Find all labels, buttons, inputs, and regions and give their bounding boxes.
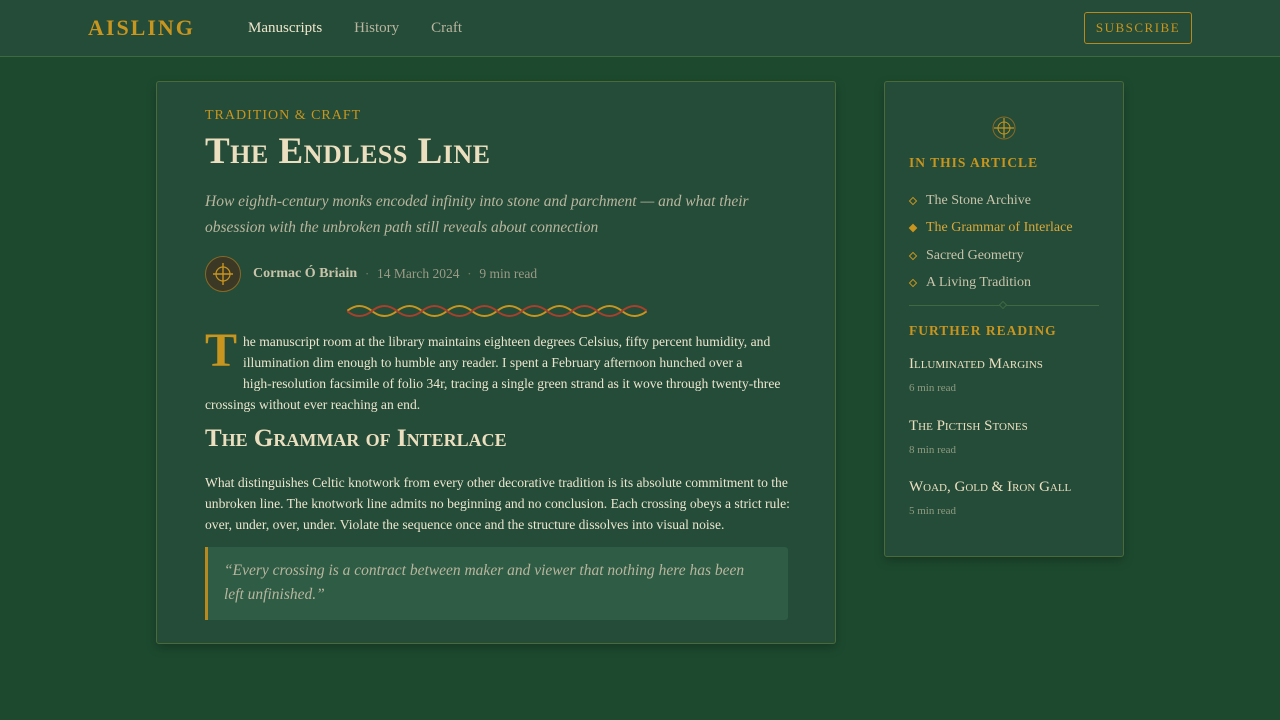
table-of-contents: The Stone Archive The Grammar of Interla… — [908, 187, 1109, 298]
author-name[interactable]: Cormac Ó Briain — [253, 266, 357, 282]
paragraph-line: high-resolution facsimile of folio 34r, … — [243, 376, 781, 391]
section-heading: The Grammar of Interlace — [205, 425, 507, 452]
toc-item-label: The Stone Archive — [926, 192, 1031, 208]
further-reading-title: Woad, Gold & Iron Gall — [909, 479, 1072, 495]
article-subtitle: How eighth-century monks encoded infinit… — [205, 193, 749, 236]
nav-link-craft[interactable]: Craft — [431, 20, 462, 37]
pull-quote: “Every crossing is a contract between ma… — [205, 547, 788, 620]
publish-date: 14 March 2024 — [377, 266, 460, 281]
body-paragraph: What distinguishes Celtic knotwork from … — [205, 475, 790, 532]
toc-item-label: The Grammar of Interlace — [926, 220, 1073, 236]
toc-item-living-tradition[interactable]: A Living Tradition — [908, 270, 1109, 298]
article-category[interactable]: TRADITION & CRAFT — [205, 108, 361, 124]
further-reading-time: 5 min read — [909, 505, 957, 517]
paragraph-line: crossings without ever reaching an end. — [205, 397, 421, 412]
paragraph-line: he manuscript room at the library mainta… — [243, 334, 771, 349]
toc-item-grammar-of-interlace[interactable]: The Grammar of Interlace — [908, 215, 1109, 243]
further-reading-time: 6 min read — [909, 382, 957, 394]
site-logo[interactable]: AISLING — [88, 15, 195, 41]
further-reading-item[interactable]: The Pictish Stones 8 min read — [909, 416, 1109, 478]
diamond-icon — [908, 196, 918, 205]
read-time: 9 min read — [479, 266, 538, 281]
subscribe-button[interactable]: SUBSCRIBE — [1084, 12, 1192, 44]
further-reading-heading: FURTHER READING — [909, 323, 1057, 338]
further-reading-time: 8 min read — [909, 443, 957, 456]
diamond-icon — [908, 224, 918, 233]
nav-link-history[interactable]: History — [354, 20, 399, 37]
author-avatar[interactable] — [205, 256, 241, 292]
celtic-cross-icon — [992, 116, 1016, 140]
nav-link-manuscripts[interactable]: Manuscripts — [248, 20, 322, 37]
toc-item-label: Sacred Geometry — [926, 247, 1024, 263]
further-reading-item[interactable]: Illuminated Margins 6 min read — [909, 354, 1109, 416]
further-reading-list: Illuminated Margins 6 min read The Picti… — [909, 354, 1109, 539]
main-nav: Manuscripts History Craft — [248, 20, 462, 37]
separator-dot: · — [365, 267, 370, 281]
pull-quote-text: “Every crossing is a contract between ma… — [224, 562, 745, 603]
celtic-cross-icon — [213, 263, 233, 285]
article-sidebar: IN THIS ARTICLE The Stone Archive The Gr… — [884, 81, 1124, 557]
article-title: The Endless Line — [205, 131, 491, 172]
top-navigation-bar: AISLING Manuscripts History Craft SUBSCR… — [0, 0, 1280, 57]
paragraph-line: illumination dim enough to humble any re… — [243, 355, 743, 370]
toc-item-label: A Living Tradition — [926, 275, 1032, 291]
knotwork-divider — [347, 305, 647, 317]
article-card: TRADITION & CRAFT The Endless Line How e… — [156, 81, 836, 644]
further-reading-title: Illuminated Margins — [909, 356, 1043, 372]
further-reading-item[interactable]: Woad, Gold & Iron Gall 5 min read — [909, 477, 1109, 539]
divider-gem — [998, 300, 1008, 310]
intro-paragraph: he manuscript room at the library mainta… — [205, 331, 790, 415]
toc-heading: IN THIS ARTICLE — [909, 155, 1039, 170]
separator-dot: · — [467, 267, 472, 281]
toc-item-stone-archive[interactable]: The Stone Archive — [908, 187, 1109, 215]
further-reading-title: The Pictish Stones — [909, 417, 1028, 434]
diamond-icon — [908, 251, 918, 260]
byline: Cormac Ó Briain · 14 March 2024 · 9 min … — [205, 256, 537, 292]
diamond-icon — [908, 279, 918, 288]
toc-item-sacred-geometry[interactable]: Sacred Geometry — [908, 242, 1109, 270]
